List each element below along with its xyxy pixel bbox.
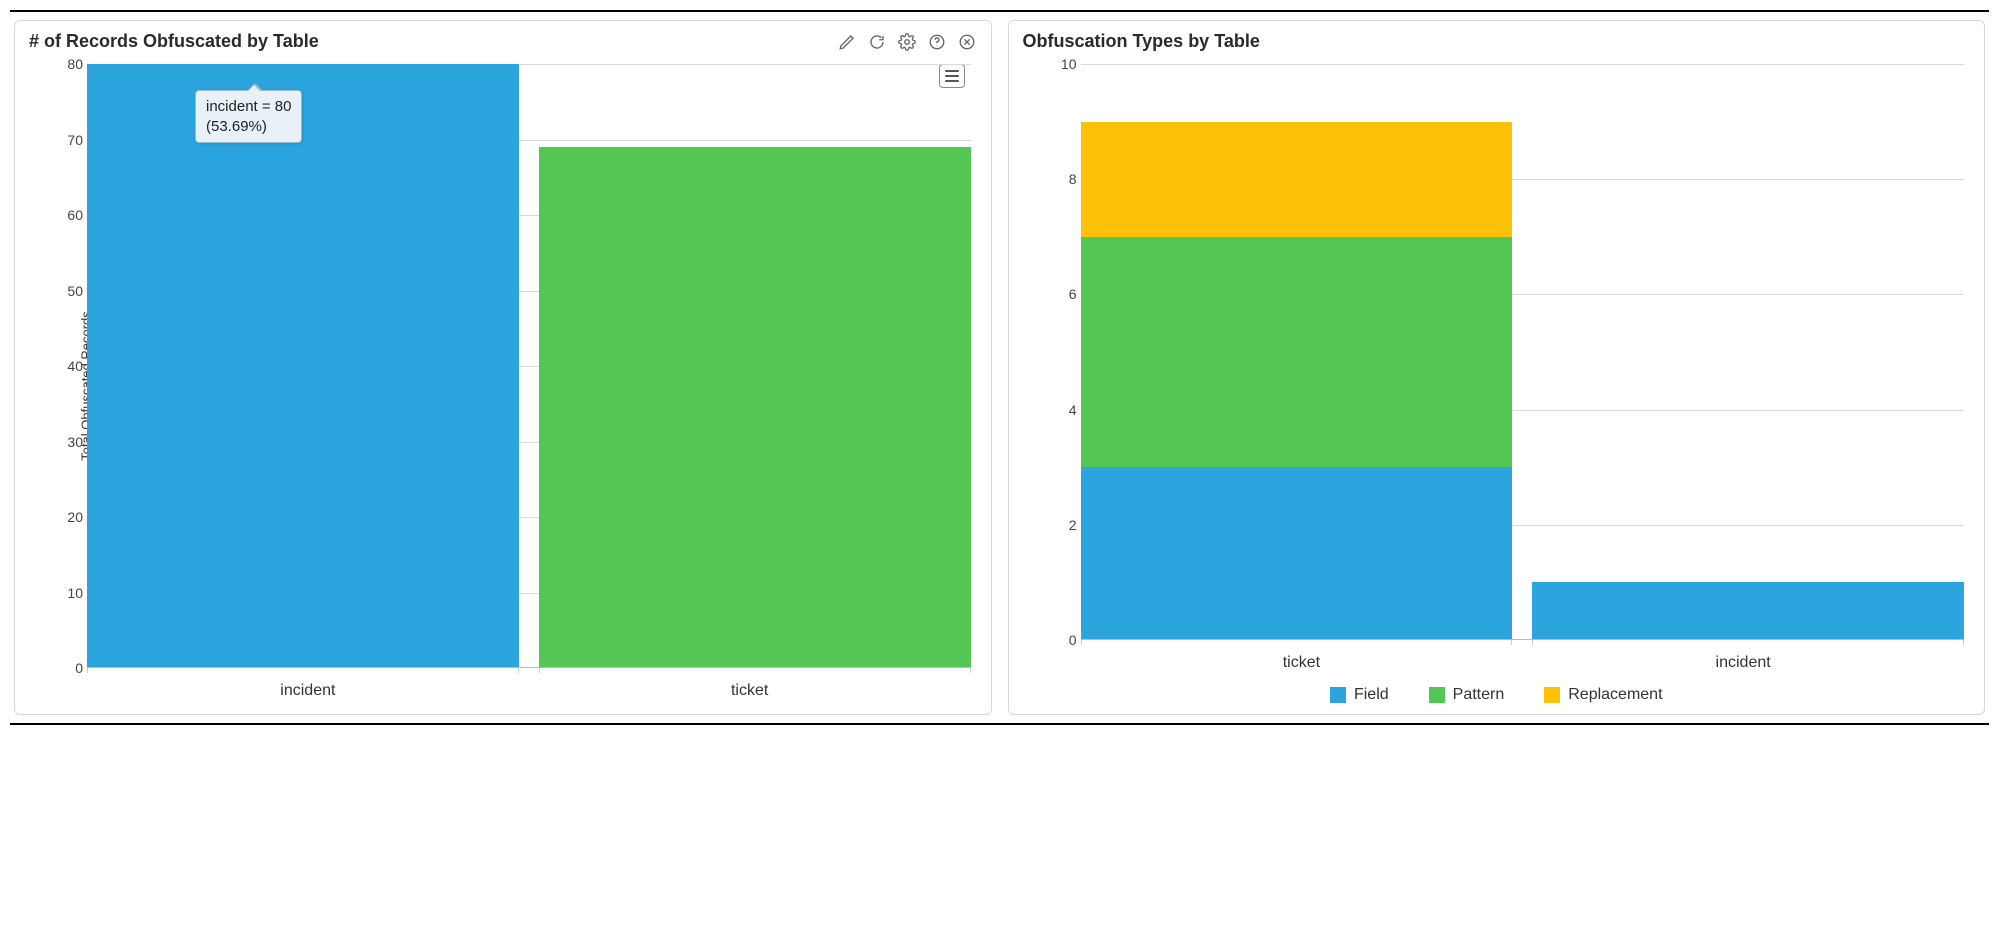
y-tick-label: 20 xyxy=(49,509,83,525)
gear-icon[interactable] xyxy=(897,32,917,52)
panel-records-obfuscated: # of Records Obfuscated by Table xyxy=(14,20,992,715)
panel-actions xyxy=(837,32,977,52)
tooltip-line2: (53.69%) xyxy=(206,118,267,135)
bar-segment-pattern[interactable] xyxy=(1081,237,1513,467)
y-tick-label: 8 xyxy=(1043,171,1077,187)
y-tick-label: 60 xyxy=(49,207,83,223)
panel-obfuscation-types: Obfuscation Types by Table PSP Data Obfu… xyxy=(1008,20,1986,715)
bar-segment-field[interactable] xyxy=(1081,467,1513,640)
y-tick-label: 40 xyxy=(49,358,83,374)
legend-label: Replacement xyxy=(1568,686,1662,704)
legend-item-field[interactable]: Field xyxy=(1330,686,1389,704)
legend-item-pattern[interactable]: Pattern xyxy=(1429,686,1505,704)
y-tick-label: 2 xyxy=(1043,517,1077,533)
refresh-icon[interactable] xyxy=(867,32,887,52)
chart-right: PSP Data Obfuscation Count 0246810 ticke… xyxy=(1009,58,1985,680)
legend-label: Field xyxy=(1354,686,1389,704)
dashboard: # of Records Obfuscated by Table xyxy=(10,10,1989,725)
chart-legend: Field Pattern Replacement xyxy=(1009,680,1985,714)
legend-swatch xyxy=(1429,687,1445,703)
y-tick-label: 10 xyxy=(49,585,83,601)
x-axis-label: ticket xyxy=(1081,654,1523,672)
chart-left: Total Obfuscated Records 010203040506070… xyxy=(15,58,991,714)
y-tick-label: 0 xyxy=(49,660,83,676)
close-icon[interactable] xyxy=(957,32,977,52)
y-tick-label: 70 xyxy=(49,132,83,148)
y-tick-label: 80 xyxy=(49,56,83,72)
panel-title: # of Records Obfuscated by Table xyxy=(29,31,319,52)
x-axis-label: incident xyxy=(1522,654,1964,672)
x-axis-label: ticket xyxy=(529,682,971,700)
legend-swatch xyxy=(1330,687,1346,703)
panel-header: Obfuscation Types by Table xyxy=(1009,21,1985,58)
chart-tooltip: incident = 80 (53.69%) xyxy=(195,90,302,143)
bar-ticket[interactable] xyxy=(1081,64,1513,640)
bar-segment-field[interactable] xyxy=(1532,582,1964,640)
legend-item-replacement[interactable]: Replacement xyxy=(1544,686,1662,704)
legend-swatch xyxy=(1544,687,1560,703)
bar-incident[interactable] xyxy=(1532,64,1964,640)
edit-icon[interactable] xyxy=(837,32,857,52)
plot-area: 01020304050607080 incidentticket xyxy=(87,64,971,668)
plot-area: 0246810 ticketincident xyxy=(1081,64,1965,640)
panel-title: Obfuscation Types by Table xyxy=(1023,31,1260,52)
bar-incident[interactable] xyxy=(87,64,519,668)
y-tick-label: 0 xyxy=(1043,632,1077,648)
y-tick-label: 10 xyxy=(1043,56,1077,72)
y-tick-label: 50 xyxy=(49,283,83,299)
y-tick-label: 6 xyxy=(1043,286,1077,302)
bar-segment-replacement[interactable] xyxy=(1081,122,1513,237)
y-tick-label: 30 xyxy=(49,434,83,450)
panel-header: # of Records Obfuscated by Table xyxy=(15,21,991,58)
help-icon[interactable] xyxy=(927,32,947,52)
y-tick-label: 4 xyxy=(1043,402,1077,418)
bar-ticket[interactable] xyxy=(539,64,971,668)
x-axis-label: incident xyxy=(87,682,529,700)
tooltip-line1: incident = 80 xyxy=(206,98,291,115)
legend-label: Pattern xyxy=(1453,686,1505,704)
